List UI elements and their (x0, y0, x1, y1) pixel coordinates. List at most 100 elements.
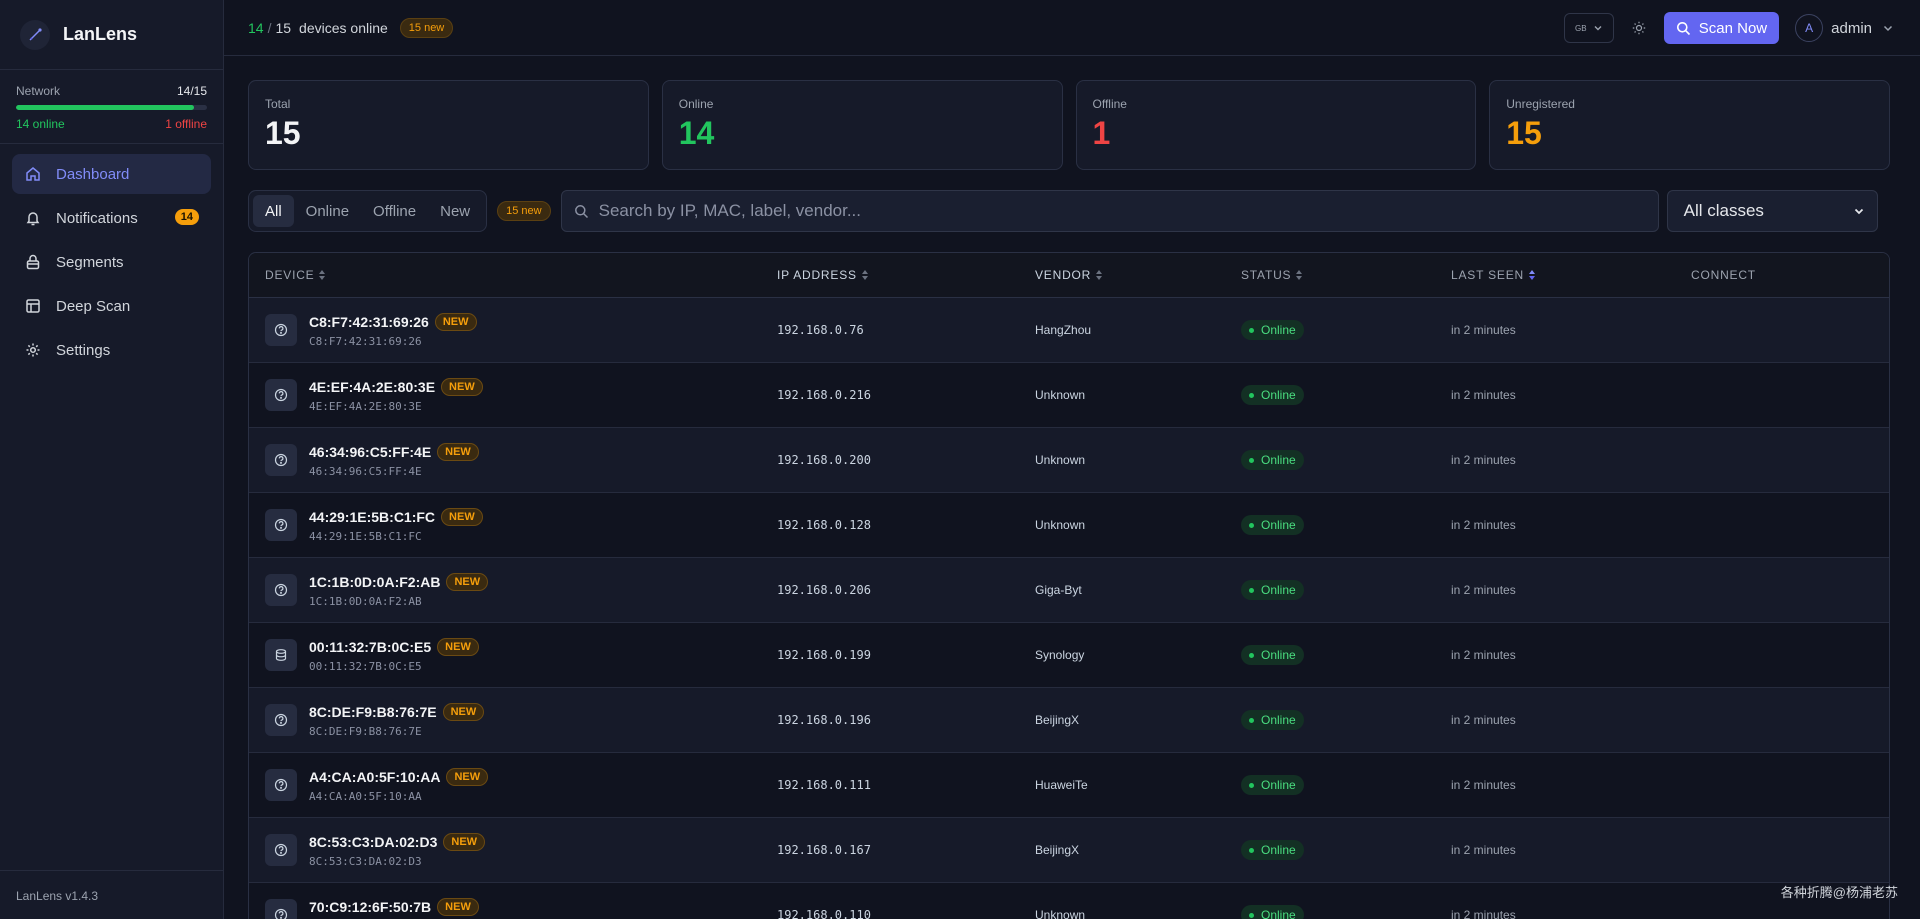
status-text: Online (1261, 908, 1296, 919)
table-row[interactable]: 8C:DE:F9:B8:76:7E NEW 8C:DE:F9:B8:76:7E 192… (249, 688, 1889, 753)
class-select[interactable]: All classes (1666, 190, 1878, 232)
sidebar-item-label: Deep Scan (56, 297, 131, 315)
question-icon (265, 379, 297, 411)
language-select[interactable]: GB (1563, 13, 1614, 43)
column-header-connect: CONNECT (1691, 268, 1841, 282)
ip-address: 192.168.0.76 (777, 323, 864, 337)
device-name[interactable]: 8C:53:C3:DA:02:D3 (309, 834, 437, 850)
search-box[interactable] (560, 190, 1659, 232)
question-icon (265, 834, 297, 866)
stat-card-total: Total 15 (248, 80, 649, 170)
network-summary: Network 14/15 14 online 1 offline (0, 70, 223, 144)
new-tag: NEW (441, 377, 483, 396)
status-cell: Online (1241, 515, 1451, 536)
sidebar-item-notifications[interactable]: Notifications 14 (12, 198, 211, 238)
stat-card-value: 15 (265, 115, 301, 151)
stat-card-offline: Offline 1 (1075, 80, 1477, 170)
status-dot (1249, 847, 1254, 853)
column-header-vendor[interactable]: VENDOR (1035, 268, 1241, 282)
device-cell: 4E:EF:4A:2E:80:3E NEW 4E:EF:4A:2E:80:3E (249, 377, 777, 413)
status-badge: Online (1241, 515, 1304, 536)
scan-now-button[interactable]: Scan Now (1663, 12, 1780, 44)
vendor: Unknown (1035, 908, 1086, 919)
ip-address: 192.168.0.110 (777, 908, 871, 919)
sidebar-item-settings[interactable]: Settings (12, 330, 211, 370)
header-online-count: 14 (248, 19, 264, 36)
gear-icon (26, 343, 40, 357)
device-cell: 70:C9:12:6F:50:7B NEW70:C9:12:6F:50:7B (249, 897, 777, 919)
stat-card-value: 1 (1092, 115, 1111, 151)
avatar[interactable]: A (1795, 14, 1824, 42)
table-row[interactable]: 70:C9:12:6F:50:7BNEW70:C9:12:6F:50:7B192… (249, 883, 1889, 919)
ip-address: 192.168.0.167 (777, 843, 871, 857)
table-row[interactable]: 44:29:1E:5B:C1:FC NEW 44:29:1E:5B:C1:FC 192… (249, 493, 1889, 558)
table-row[interactable]: A4:CA:A0:5F:10:AA NEW A4:CA:A0:5F:10:AA 192… (249, 753, 1889, 818)
tab-offline[interactable]: Offline (361, 195, 428, 227)
column-header-label: STATUS (1241, 268, 1292, 282)
notifications-count-badge: 14 (174, 209, 199, 225)
sidebar-item-segments[interactable]: Segments (12, 242, 211, 282)
device-name-line: 46:34:96:C5:FF:4E NEW (309, 442, 479, 461)
last-seen: in 2 minutes (1451, 908, 1516, 919)
question-icon (265, 509, 297, 541)
device-name[interactable]: A4:CA:A0:5F:10:AA (309, 769, 440, 785)
status-dot (1249, 717, 1254, 723)
table-row[interactable]: C8:F7:42:31:69:26 NEW C8:F7:42:31:69:26 192… (249, 298, 1889, 363)
status-badge: Online (1241, 320, 1304, 341)
table-header: DEVICE IP ADDRESS VENDOR STATUS LAST SEE… (249, 253, 1889, 298)
table-row[interactable]: 00:11:32:7B:0C:E5 NEW 00:11:32:7B:0C:E5 192… (249, 623, 1889, 688)
status-cell: Online (1241, 450, 1451, 471)
new-tag: NEW (437, 637, 479, 656)
device-cell: 8C:53:C3:DA:02:D3 NEW 8C:53:C3:DA:02:D3 (249, 832, 777, 868)
device-name[interactable]: 44:29:1E:5B:C1:FC (309, 509, 435, 525)
stat-card-unregistered: Unregistered 15 (1489, 80, 1890, 170)
status-dot (1249, 652, 1254, 658)
user-name[interactable]: admin (1831, 20, 1872, 37)
device-name[interactable]: 70:C9:12:6F:50:7B (309, 899, 431, 915)
chevron-down-icon[interactable] (1882, 22, 1894, 34)
device-name-line: C8:F7:42:31:69:26 NEW (309, 312, 477, 331)
tab-all[interactable]: All (253, 195, 294, 227)
table-row[interactable]: 46:34:96:C5:FF:4E NEW 46:34:96:C5:FF:4E 192… (249, 428, 1889, 493)
status-text: Online (1261, 518, 1296, 533)
sidebar-item-label: Settings (56, 341, 111, 359)
tab-online[interactable]: Online (294, 195, 361, 227)
vendor: Giga-Byt (1035, 583, 1082, 597)
tab-new[interactable]: New (428, 195, 482, 227)
language-label: GB (1574, 23, 1587, 33)
search-input[interactable] (598, 201, 1599, 221)
sidebar-item-deep-scan[interactable]: Deep Scan (12, 286, 211, 326)
table-row[interactable]: 4E:EF:4A:2E:80:3E NEW 4E:EF:4A:2E:80:3E 192… (249, 363, 1889, 428)
table-row[interactable]: 1C:1B:0D:0A:F2:AB NEW 1C:1B:0D:0A:F2:AB 192… (249, 558, 1889, 623)
device-cell: 00:11:32:7B:0C:E5 NEW 00:11:32:7B:0C:E5 (249, 637, 777, 673)
status-cell: Online (1241, 580, 1451, 601)
status-text: Online (1261, 453, 1296, 468)
device-name[interactable]: 4E:EF:4A:2E:80:3E (309, 379, 435, 395)
device-mac: 4E:EF:4A:2E:80:3E (309, 399, 422, 413)
column-header-last-seen[interactable]: LAST SEEN (1451, 268, 1691, 282)
bell-icon (26, 212, 40, 226)
device-name[interactable]: C8:F7:42:31:69:26 (309, 314, 429, 330)
status-badge: Online (1241, 840, 1304, 861)
theme-toggle-button[interactable] (1630, 19, 1648, 37)
device-name[interactable]: 1C:1B:0D:0A:F2:AB (309, 574, 440, 590)
device-name[interactable]: 8C:DE:F9:B8:76:7E (309, 704, 437, 720)
column-header-device[interactable]: DEVICE (249, 268, 777, 282)
vendor: Unknown (1035, 388, 1086, 402)
device-name[interactable]: 46:34:96:C5:FF:4E (309, 444, 431, 460)
device-name[interactable]: 00:11:32:7B:0C:E5 (309, 639, 431, 655)
brand[interactable]: LanLens (0, 0, 223, 70)
sidebar-item-dashboard[interactable]: Dashboard (12, 154, 211, 194)
device-cell: 1C:1B:0D:0A:F2:AB NEW 1C:1B:0D:0A:F2:AB (249, 572, 777, 608)
device-mac: A4:CA:A0:5F:10:AA (309, 789, 422, 803)
sort-icon (319, 270, 326, 280)
device-name-line: 44:29:1E:5B:C1:FC NEW (309, 507, 483, 526)
column-header-ip[interactable]: IP ADDRESS (777, 268, 1035, 282)
table-row[interactable]: 8C:53:C3:DA:02:D3 NEW 8C:53:C3:DA:02:D3 192… (249, 818, 1889, 883)
search-icon (574, 204, 588, 218)
status-badge: Online (1241, 775, 1304, 796)
devices-table: DEVICE IP ADDRESS VENDOR STATUS LAST SEE… (248, 252, 1890, 919)
device-name-line: 8C:53:C3:DA:02:D3 NEW (309, 832, 486, 851)
status-cell: Online (1241, 710, 1451, 731)
column-header-status[interactable]: STATUS (1241, 268, 1451, 282)
